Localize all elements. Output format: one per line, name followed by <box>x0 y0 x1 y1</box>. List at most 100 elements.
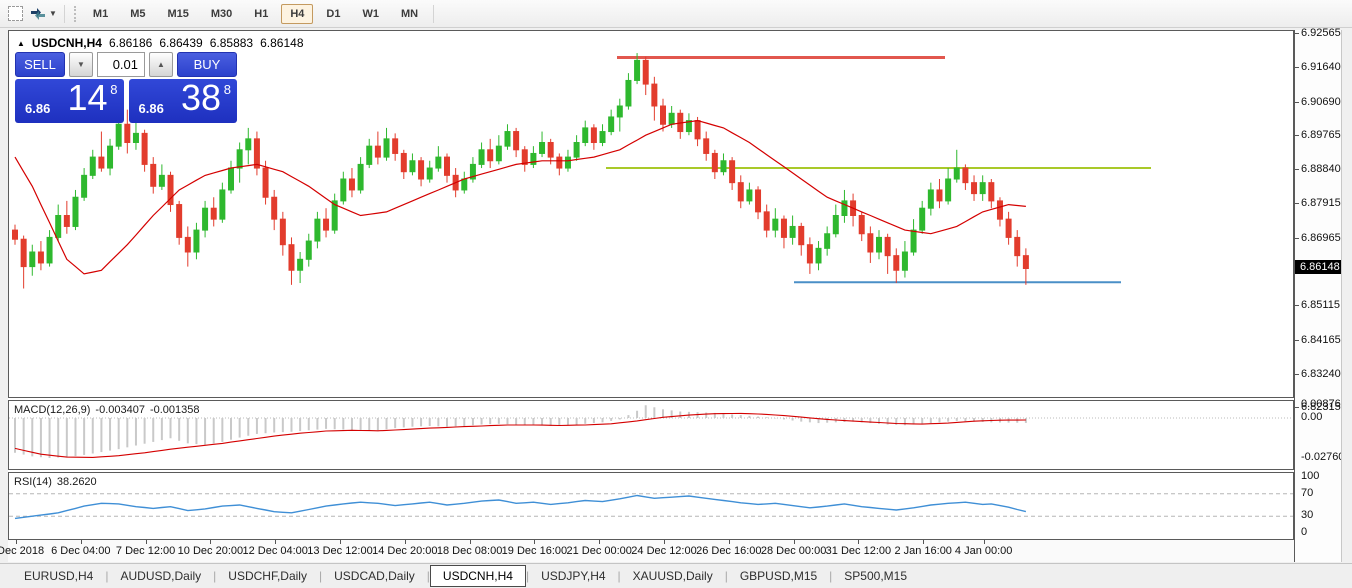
time-axis-label: 24 Dec 12:00 <box>631 545 696 557</box>
rsi-axis-label: 70 <box>1301 487 1313 499</box>
price-tick <box>1295 67 1299 68</box>
candle <box>13 225 18 245</box>
volume-input[interactable]: 0.01 <box>97 52 145 77</box>
price-axis-label: 6.90690 <box>1301 96 1341 108</box>
candle <box>807 237 812 274</box>
timeframe-button-m15[interactable]: M15 <box>158 4 197 24</box>
candle <box>358 157 363 194</box>
candle <box>885 234 890 274</box>
candle <box>246 128 251 164</box>
candle <box>108 139 113 176</box>
timeframe-button-group: M1M5M15M30H1H4D1W1MN <box>84 4 427 24</box>
sell-button[interactable]: SELL <box>15 52 65 77</box>
price-axis-label: 6.92565 <box>1301 27 1341 39</box>
candle <box>583 121 588 147</box>
price-axis-label: 6.91640 <box>1301 61 1341 73</box>
price-tick <box>1295 238 1299 239</box>
candle <box>30 245 35 276</box>
candle <box>514 128 519 157</box>
toolbar-grip[interactable] <box>74 6 79 22</box>
sell-quote-box[interactable]: 6.86 14 8 <box>15 79 124 123</box>
rsi-axis-label: 100 <box>1301 470 1319 482</box>
window-right-gutter <box>1341 30 1352 562</box>
candle <box>989 179 994 208</box>
candle <box>773 208 778 237</box>
time-tick <box>405 540 406 544</box>
time-axis-label: 10 Dec 20:00 <box>178 545 243 557</box>
price-axis-label: 6.86965 <box>1301 232 1341 244</box>
time-tick <box>794 540 795 544</box>
time-axis-label: 31 Dec 12:00 <box>826 545 891 557</box>
time-tick <box>275 540 276 544</box>
time-axis[interactable]: 4 Dec 20186 Dec 04:007 Dec 12:0010 Dec 2… <box>8 540 1294 562</box>
selection-tool-button[interactable] <box>4 3 26 25</box>
toolbar-separator <box>64 5 65 23</box>
timeframe-button-w1[interactable]: W1 <box>353 4 388 24</box>
candle <box>211 197 216 226</box>
chart-tab-sp500-m15[interactable]: SP500,M15 <box>832 566 919 586</box>
price-axis-label: 6.84165 <box>1301 334 1341 346</box>
main-chart-panel[interactable]: ▲ USDCNH,H4 6.86186 6.86439 6.85883 6.86… <box>8 30 1294 398</box>
time-axis-label: 4 Jan 00:00 <box>955 545 1013 557</box>
time-tick <box>599 540 600 544</box>
time-axis-label: 6 Dec 04:00 <box>51 545 110 557</box>
chart-tab-usdchf-daily[interactable]: USDCHF,Daily <box>216 566 319 586</box>
candle <box>954 150 959 183</box>
buy-button[interactable]: BUY <box>177 52 237 77</box>
chart-frame: ▲ USDCNH,H4 6.86186 6.86439 6.85883 6.86… <box>8 30 1294 562</box>
chart-tab-audusd-daily[interactable]: AUDUSD,Daily <box>108 566 213 586</box>
buy-price-prefix: 6.86 <box>139 101 164 116</box>
candle <box>609 110 614 136</box>
candle <box>445 153 450 182</box>
price-tick <box>1295 169 1299 170</box>
time-tick <box>340 540 341 544</box>
timeframe-button-m30[interactable]: M30 <box>202 4 241 24</box>
rsi-axis-label: 0 <box>1301 526 1307 538</box>
chart-tab-gbpusd-m15[interactable]: GBPUSD,M15 <box>728 566 829 586</box>
candle <box>764 205 769 238</box>
price-tick <box>1295 102 1299 103</box>
collapse-panel-icon[interactable]: ▲ <box>17 39 25 48</box>
price-axis-label: 6.83240 <box>1301 368 1341 380</box>
candle <box>185 226 190 266</box>
candle <box>997 197 1002 226</box>
candle <box>738 175 743 208</box>
chart-tab-usdcnh-h4[interactable]: USDCNH,H4 <box>430 565 526 587</box>
macd-panel[interactable]: MACD(12,26,9) -0.003407 -0.001358 <box>8 400 1294 470</box>
candle <box>315 212 320 249</box>
candle <box>686 113 691 135</box>
buy-quote-box[interactable]: 6.86 38 8 <box>129 79 238 123</box>
chart-tab-xauusd-daily[interactable]: XAUUSD,Daily <box>621 566 725 586</box>
chart-tab-eurusd-h4[interactable]: EURUSD,H4 <box>12 566 105 586</box>
macd-chart[interactable] <box>9 401 1293 469</box>
volume-decrease-button[interactable]: ▼ <box>69 52 93 77</box>
candle <box>1006 212 1011 245</box>
time-tick <box>470 540 471 544</box>
sell-price-sup: 8 <box>110 82 117 97</box>
sell-price-big: 14 <box>67 77 107 119</box>
chart-tab-usdjpy-h4[interactable]: USDJPY,H4 <box>529 566 617 586</box>
volume-increase-button[interactable]: ▲ <box>149 52 173 77</box>
mt4-window: ▼ M1M5M15M30H1H4D1W1MN ▲ USDCNH,H4 6.861… <box>0 0 1352 588</box>
macd-axis-label: 0.008761 <box>1301 398 1347 410</box>
timeframe-button-h1[interactable]: H1 <box>245 4 277 24</box>
timeframe-button-m5[interactable]: M5 <box>121 4 154 24</box>
rsi-indicator-name: RSI(14) <box>14 476 52 488</box>
timeframe-button-m1[interactable]: M1 <box>84 4 117 24</box>
price-tick <box>1295 374 1299 375</box>
candle <box>47 230 52 267</box>
timeframe-button-h4[interactable]: H4 <box>281 4 313 24</box>
candle <box>272 190 277 230</box>
chart-symbol: USDCNH,H4 <box>32 36 102 50</box>
candle <box>82 168 87 201</box>
timeframe-button-d1[interactable]: D1 <box>317 4 349 24</box>
candle <box>159 164 164 190</box>
chart-tab-usdcad-daily[interactable]: USDCAD,Daily <box>322 566 427 586</box>
candle <box>877 230 882 259</box>
timeframe-button-mn[interactable]: MN <box>392 4 427 24</box>
rsi-panel[interactable]: RSI(14) 38.2620 <box>8 472 1294 540</box>
candle <box>306 234 311 267</box>
price-axis[interactable]: 6.925656.916406.906906.897656.888406.879… <box>1294 30 1342 562</box>
rsi-chart[interactable] <box>9 473 1293 539</box>
crosshair-swap-button[interactable]: ▼ <box>28 3 58 25</box>
